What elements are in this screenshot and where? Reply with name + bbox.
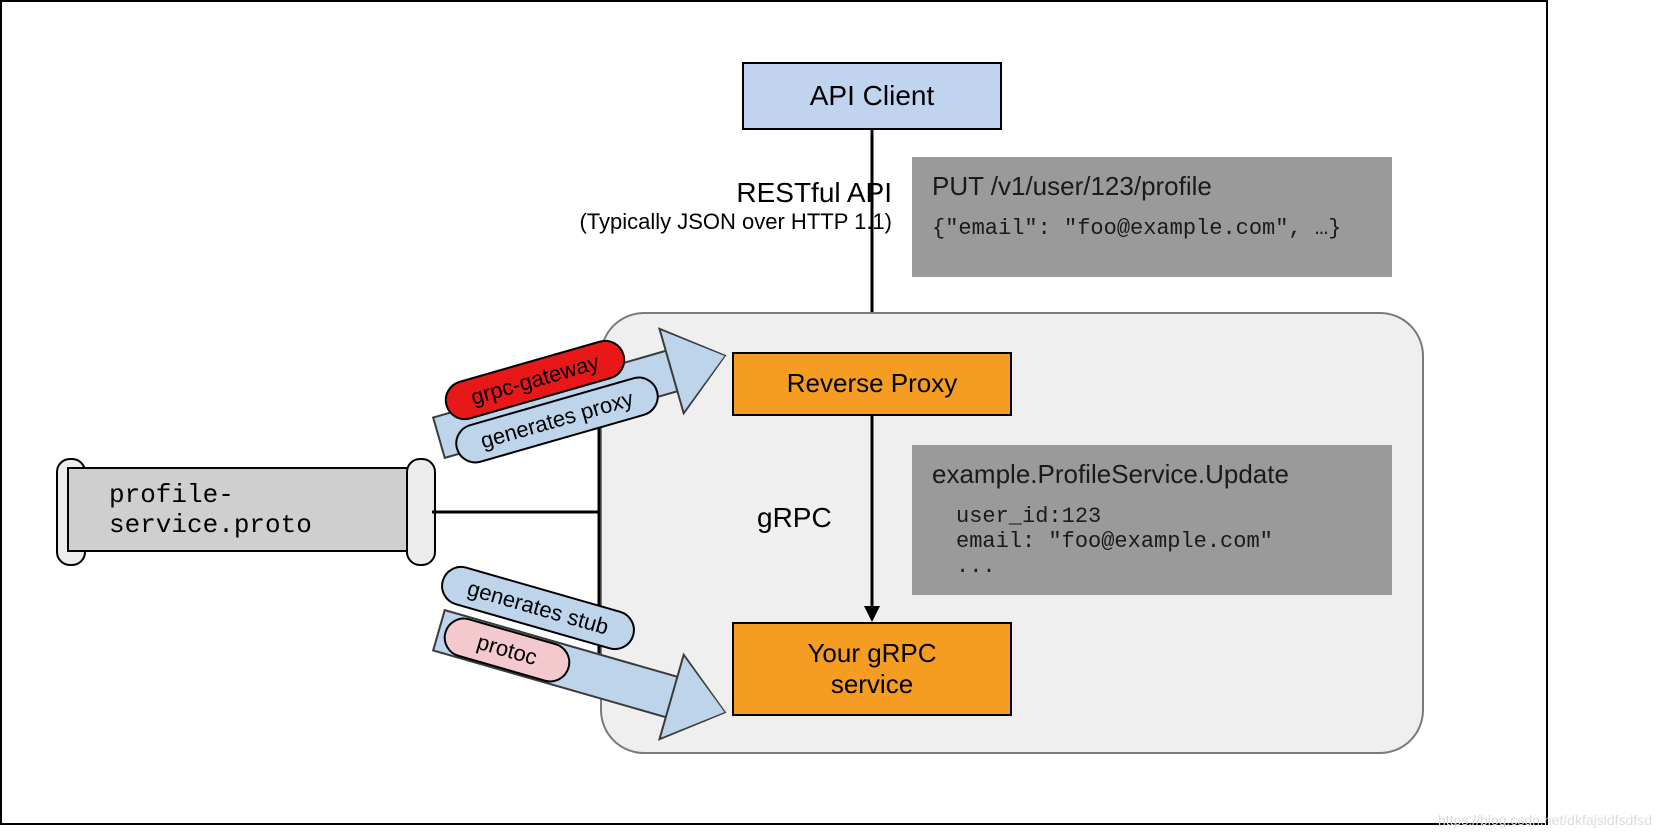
node-grpc-service: Your gRPC service xyxy=(732,622,1012,716)
grpc-body: user_id:123 email: "foo@example.com" ... xyxy=(932,504,1372,579)
reverse-proxy-label: Reverse Proxy xyxy=(787,368,958,399)
rest-request-body: {"email": "foo@example.com", …} xyxy=(932,216,1372,241)
rest-request-line: PUT /v1/user/123/profile xyxy=(932,171,1372,202)
proto-connector-h xyxy=(432,510,600,514)
proto-file: profile-service.proto xyxy=(67,467,417,552)
node-reverse-proxy: Reverse Proxy xyxy=(732,352,1012,416)
rest-api-subtitle: (Typically JSON over HTTP 1.1) xyxy=(472,209,892,235)
rest-api-title: RESTful API xyxy=(472,177,892,209)
api-client-label: API Client xyxy=(810,80,935,112)
node-api-client: API Client xyxy=(742,62,1002,130)
rest-api-label: RESTful API (Typically JSON over HTTP 1.… xyxy=(472,177,892,235)
rest-request-snippet: PUT /v1/user/123/profile {"email": "foo@… xyxy=(912,157,1392,277)
arrow-proxy-to-service xyxy=(870,416,874,622)
proto-filename: profile-service.proto xyxy=(109,480,415,540)
grpc-method: example.ProfileService.Update xyxy=(932,459,1372,490)
grpc-request-snippet: example.ProfileService.Update user_id:12… xyxy=(912,445,1392,595)
diagram-frame: API Client RESTful API (Typically JSON o… xyxy=(0,0,1548,825)
watermark: https://blog.csdn.net/dkfajsldfsdfsd xyxy=(1438,812,1652,828)
grpc-service-label: Your gRPC service xyxy=(807,638,936,700)
grpc-label: gRPC xyxy=(757,502,832,534)
